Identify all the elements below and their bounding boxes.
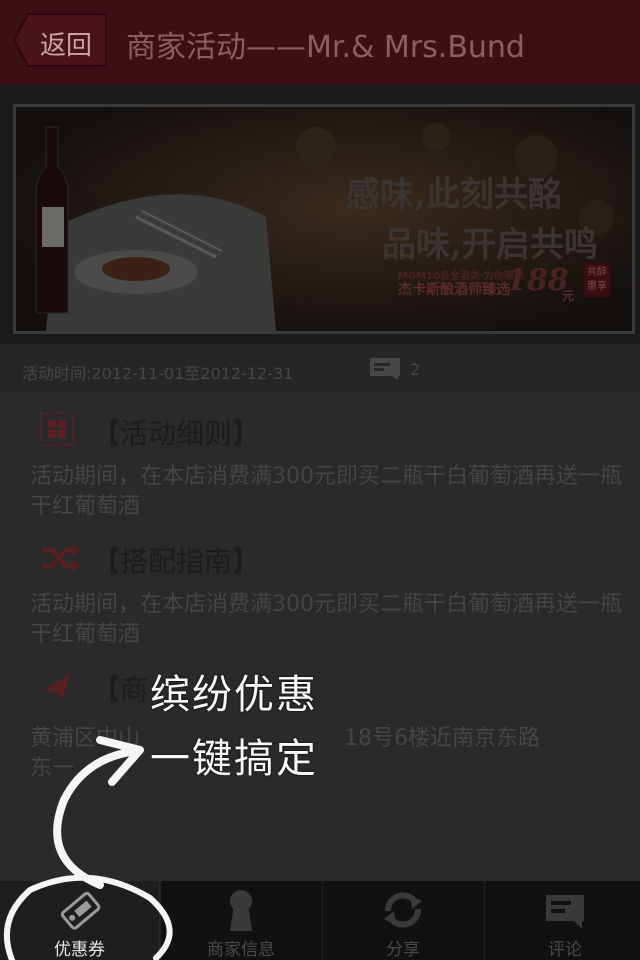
banner-subtitle: 杰卡斯酿酒师臻选 [398, 282, 510, 298]
location-arrow-icon [44, 674, 70, 700]
keyhole-icon [230, 890, 252, 931]
tutorial-hint-line-2: 一键搞定 [150, 736, 318, 782]
shuffle-icon [42, 544, 80, 572]
banner-stamp: 共醉惠享 [584, 263, 610, 297]
section-title-address: 【商 [92, 673, 149, 706]
banner-headline-2: 品味,开启共鸣 [382, 225, 598, 265]
tab-coupon-label: 优惠券 [54, 940, 105, 960]
share-refresh-icon [384, 892, 422, 928]
section-body-address-tail: 18号6楼近南京东路 [344, 726, 540, 751]
coupon-tag-icon [60, 891, 101, 930]
banner-headline-1: 感味,此刻共酩 [346, 175, 562, 215]
tab-merchant-info-label: 商家信息 [207, 940, 275, 960]
section-body-pairing: 活动期间，在本店消费满300元即买二瓶干白葡萄酒再送一瓶干红葡萄酒 [30, 592, 622, 647]
tutorial-hint-line-1: 缤纷优惠 [150, 672, 318, 718]
back-button-label: 返回 [40, 31, 93, 61]
rules-grid-icon [40, 412, 74, 446]
tab-comments[interactable]: 评论 [485, 881, 640, 960]
page-title: 商家活动——Mr.& Mrs.Bund [126, 30, 525, 65]
section-title-pairing: 【搭配指南】 [92, 545, 261, 578]
comment-icon [546, 895, 584, 929]
bottom-tab-bar: 优惠券 商家信息 分享 评论 [0, 880, 640, 960]
tab-coupon[interactable]: 优惠券 [0, 881, 160, 960]
comment-count: 2 [410, 360, 421, 379]
promo-banner[interactable]: 感味,此刻共酩 品味,开启共鸣 MGM10名全酒类·为你带来 杰卡斯酿酒师臻选 … [13, 104, 635, 334]
activity-info-bar: 活动时间:2012-11-01至2012-12-31 2 [0, 344, 640, 392]
comment-icon[interactable] [370, 358, 400, 380]
activity-content: 【活动细则】 活动期间，在本店消费满300元即买二瓶干白葡萄酒再送一瓶干红葡萄酒… [0, 392, 640, 880]
tab-share-label: 分享 [386, 940, 420, 960]
section-body-address: 黄浦区中山东一 [30, 726, 141, 781]
banner-price: 188 [506, 263, 569, 298]
section-body-rules: 活动期间，在本店消费满300元即买二瓶干白葡萄酒再送一瓶干红葡萄酒 [30, 464, 622, 519]
banner-price-unit: 元 [562, 289, 575, 303]
tab-merchant-info[interactable]: 商家信息 [161, 881, 321, 960]
back-button[interactable]: 返回 [14, 12, 106, 68]
tab-comments-label: 评论 [548, 940, 582, 960]
header-bar: 返回 商家活动——Mr.& Mrs.Bund [0, 0, 640, 84]
section-title-rules: 【活动细则】 [92, 417, 261, 450]
banner-container: 感味,此刻共酩 品味,开启共鸣 MGM10名全酒类·为你带来 杰卡斯酿酒师臻选 … [0, 84, 640, 344]
activity-time: 活动时间:2012-11-01至2012-12-31 [22, 364, 294, 383]
tab-share[interactable]: 分享 [323, 881, 483, 960]
